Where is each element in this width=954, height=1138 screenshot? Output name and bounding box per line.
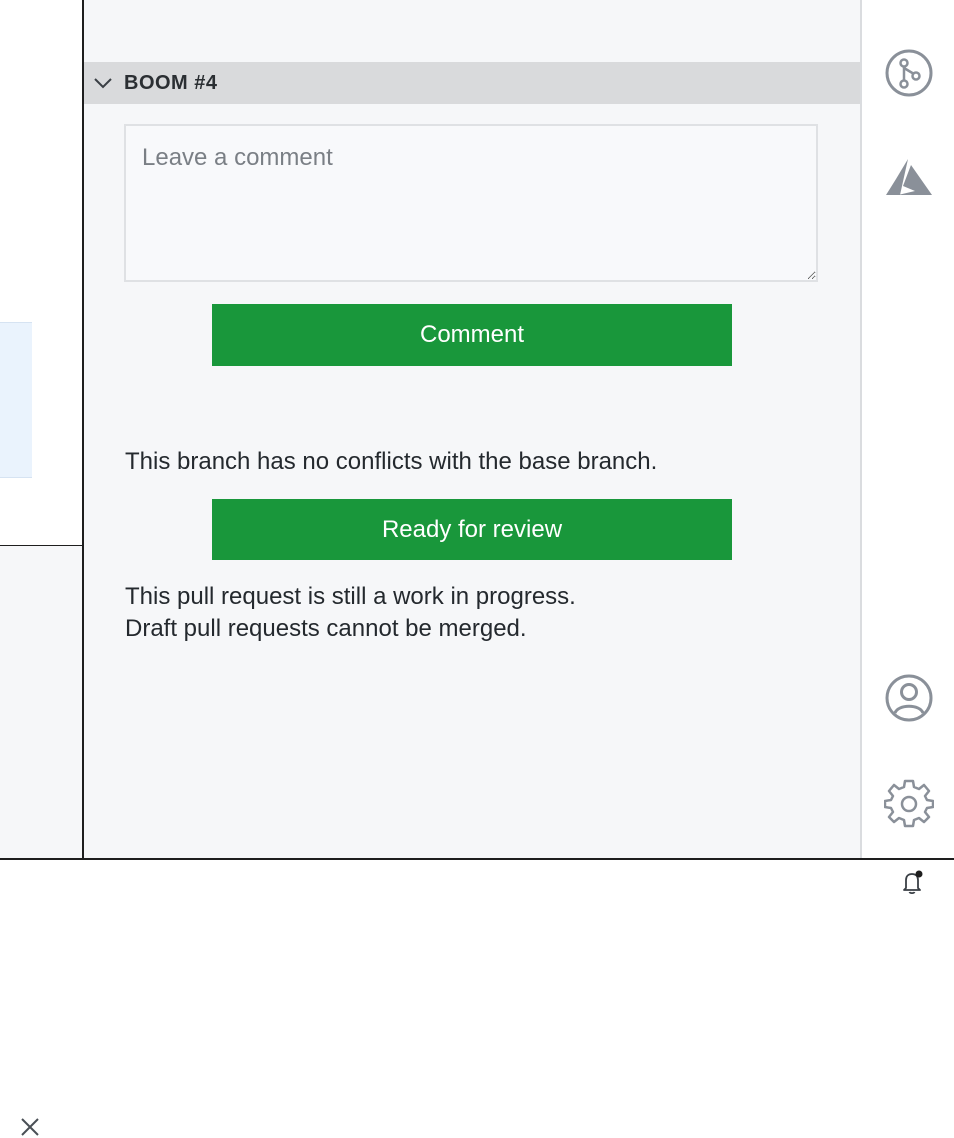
draft-merge-note: Draft pull requests cannot be merged. [125, 615, 527, 642]
editor-highlight-strip [0, 322, 32, 478]
editor-area [0, 0, 82, 1136]
activity-bar [862, 0, 954, 858]
comment-input[interactable] [124, 124, 818, 282]
notification-bell-icon[interactable] [898, 868, 926, 896]
azure-icon[interactable] [884, 153, 934, 203]
settings-icon[interactable] [884, 778, 934, 828]
conflict-status-text: This branch has no conflicts with the ba… [125, 448, 658, 475]
pull-request-icon[interactable] [884, 48, 934, 98]
comment-button[interactable]: Comment [212, 304, 732, 366]
status-bar [0, 858, 954, 900]
ready-for-review-button[interactable]: Ready for review [212, 499, 732, 560]
draft-status-text: This pull request is still a work in pro… [125, 583, 576, 610]
account-icon[interactable] [884, 673, 934, 723]
chevron-down-icon [94, 78, 112, 89]
section-title: BOOM #4 [124, 71, 218, 94]
bottom-panel [0, 545, 82, 1136]
pull-request-panel: BOOM #4 Comment This branch has no confl… [84, 0, 860, 858]
section-header[interactable]: BOOM #4 [84, 62, 860, 104]
close-icon[interactable] [19, 1116, 41, 1138]
